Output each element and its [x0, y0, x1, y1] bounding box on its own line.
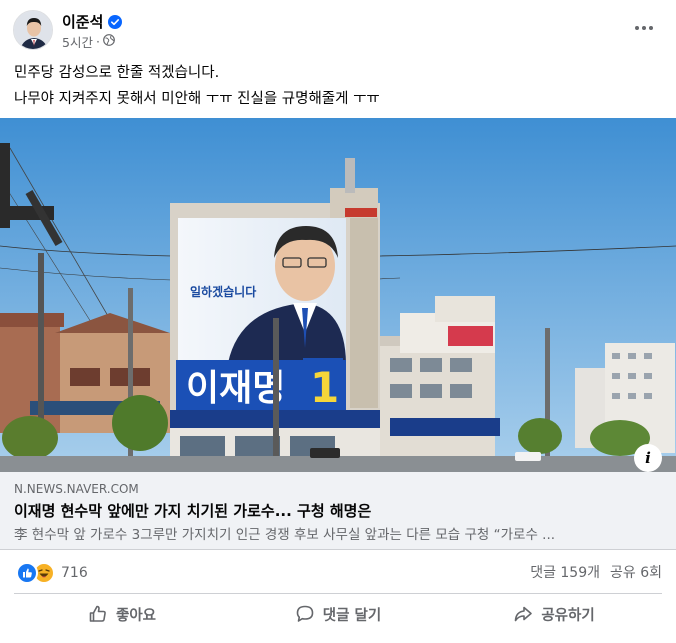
share-label: 공유하기	[541, 607, 595, 624]
campaign-banner-photo: 일하겠습니다 이재명 1	[0, 118, 676, 472]
comment-label: 댓글 달기	[322, 607, 382, 624]
post-header: 이준석 5시간 ·	[0, 0, 676, 58]
post-meta: 5시간 ·	[62, 32, 115, 51]
comment-count[interactable]: 댓글 159개	[530, 562, 600, 582]
link-preview-card[interactable]: N.NEWS.NAVER.COM 이재명 현수막 앞에만 가지 치기된 가로수.…	[0, 472, 676, 550]
post-time[interactable]: 5시간	[62, 32, 93, 51]
author-name-text[interactable]: 이준석	[62, 11, 103, 32]
reactions-summary[interactable]: 716	[16, 562, 88, 584]
globe-icon[interactable]	[103, 34, 115, 49]
info-button[interactable]: i	[634, 444, 662, 472]
thumbs-up-icon	[89, 605, 106, 622]
link-title[interactable]: 이재명 현수막 앞에만 가지 치기된 가로수... 구청 해명은	[14, 500, 371, 521]
link-preview-image[interactable]: 일하겠습니다 이재명 1 i	[0, 118, 676, 472]
author-avatar[interactable]	[13, 10, 53, 50]
like-button[interactable]: 좋아요	[14, 597, 230, 631]
engagement-counts: 댓글 159개 공유 6회	[530, 562, 662, 582]
post-line-1: 민주당 감성으로 한줄 적겠습니다.	[14, 65, 220, 81]
post-text: 민주당 감성으로 한줄 적겠습니다. 나무야 지켜주지 못해서 미안해 ㅜㅠ 진…	[14, 60, 654, 112]
meta-separator: ·	[95, 34, 100, 49]
comment-bubble-icon	[296, 605, 314, 622]
verified-badge-icon	[108, 14, 123, 29]
more-dots-icon	[635, 26, 653, 30]
link-domain: N.NEWS.NAVER.COM	[14, 482, 139, 496]
author-name[interactable]: 이준석	[62, 11, 123, 32]
banner-slogan: 일하겠습니다	[190, 284, 256, 299]
post-line-2: 나무야 지켜주지 못해서 미안해 ㅜㅠ 진실을 규명해줄게 ㅜㅠ	[14, 91, 380, 107]
like-label: 좋아요	[115, 607, 157, 624]
share-arrow-icon	[515, 606, 533, 622]
actions-divider	[14, 593, 662, 594]
banner-number: 1	[310, 363, 339, 412]
like-reaction-icon	[16, 562, 38, 584]
post-stats: 716 댓글 159개 공유 6회	[0, 556, 676, 588]
banner-name: 이재명	[186, 368, 285, 409]
share-count[interactable]: 공유 6회	[610, 562, 662, 582]
info-icon: i	[645, 449, 651, 467]
more-options-button[interactable]	[630, 14, 658, 42]
comment-button[interactable]: 댓글 달기	[230, 597, 446, 631]
link-description: 李 현수막 앞 가로수 3그루만 가지치기 인근 경쟁 후보 사무실 앞과는 다…	[14, 527, 556, 543]
share-button[interactable]: 공유하기	[446, 597, 662, 631]
reaction-count: 716	[61, 565, 88, 581]
post-actions: 좋아요 댓글 달기 공유하기	[14, 597, 662, 631]
